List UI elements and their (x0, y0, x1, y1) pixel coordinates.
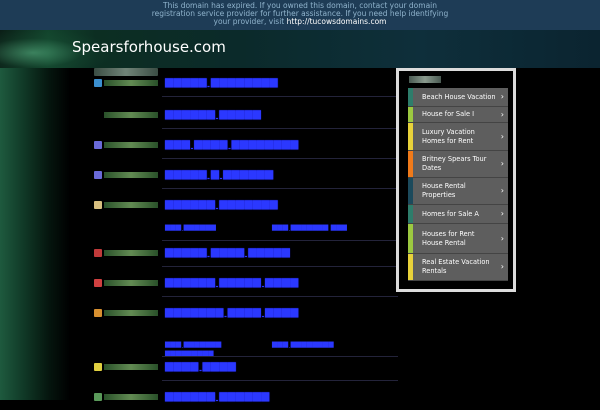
site-header: Spearsforhouse.com (0, 30, 600, 68)
listing-row[interactable]: ▆▆▆▆▆▆ ▆▆▆▆▆ ▆▆▆▆ (92, 276, 398, 296)
related-item[interactable]: Real Estate Vacation Rentals › (408, 254, 508, 281)
related-item[interactable]: Luxury Vacation Homes for Rent › (408, 123, 508, 151)
listing-link[interactable]: ▆▆▆▆▆▆▆ ▆▆▆▆ ▆▆▆▆ (165, 306, 299, 318)
related-item-colorbar (408, 178, 413, 204)
listing-row[interactable]: ▆▆▆ ▆▆▆▆ ▆▆▆▆▆▆▆▆ (92, 138, 398, 158)
related-list: Beach House Vacation › House for Sale I … (408, 88, 508, 281)
related-item[interactable]: House Rental Properties › (408, 178, 508, 205)
related-item-colorbar (408, 224, 413, 253)
related-item-label: Britney Spears Tour Dates (422, 155, 487, 172)
listing-row[interactable]: ▆▆▆▆▆▆ ▆▆▆▆▆▆▆ (92, 198, 398, 218)
listing-thumbnail (104, 310, 158, 316)
listing-divider (162, 96, 398, 97)
chevron-right-icon: › (500, 186, 504, 195)
listing-favicon (94, 171, 102, 179)
listing-row[interactable]: ▆▆▆▆▆ ▆▆▆▆▆▆▆▆ (92, 76, 398, 96)
chevron-right-icon: › (500, 262, 504, 271)
listing-thumbnail (104, 250, 158, 256)
listing-divider (162, 158, 398, 159)
related-item-label: Homes for Sale A (422, 209, 479, 218)
listing-link[interactable]: ▆▆▆▆▆ ▆▆▆▆▆▆▆▆ (165, 76, 278, 88)
listing-favicon (94, 111, 102, 119)
listing-link[interactable]: ▆▆▆▆▆▆ ▆▆▆▆▆▆▆ (165, 198, 278, 210)
related-header (409, 76, 441, 83)
related-item-colorbar (408, 151, 413, 177)
listing-favicon (94, 249, 102, 257)
listing-link[interactable]: ▆▆▆▆▆▆ ▆▆▆▆▆ (165, 108, 261, 120)
site-title: Spearsforhouse.com (72, 38, 226, 56)
listing-thumbnail (104, 142, 158, 148)
related-item-colorbar (408, 88, 413, 106)
listing-favicon (94, 279, 102, 287)
listing-thumbnail (104, 80, 158, 86)
related-item-label: Luxury Vacation Homes for Rent (422, 127, 475, 145)
listing-favicon (94, 141, 102, 149)
chevron-right-icon: › (500, 131, 504, 141)
listing-row[interactable]: ▆▆▆▆▆▆▆ ▆▆▆▆ ▆▆▆▆ (92, 306, 398, 326)
listing-divider (162, 240, 398, 241)
related-item-label: House for Sale I (422, 110, 475, 118)
listing-divider (162, 266, 398, 267)
related-searches-panel: Beach House Vacation › House for Sale I … (396, 68, 516, 292)
related-item[interactable]: House for Sale I › (408, 107, 508, 123)
listing-sublink[interactable]: ▆▆▆ ▆▆▆▆▆▆▆ ▆▆▆ (272, 223, 347, 231)
chevron-right-icon: › (500, 92, 504, 101)
sponsored-listings: ▆▆▆▆▆ ▆▆▆▆▆▆▆▆ ▆▆▆▆▆▆ ▆▆▆▆▆ ▆▆▆ ▆▆▆▆ ▆▆▆… (92, 68, 398, 402)
listing-thumbnail (104, 112, 158, 118)
listing-favicon (94, 201, 102, 209)
listing-divider (162, 296, 398, 297)
chevron-right-icon: › (500, 109, 504, 119)
listing-divider (162, 128, 398, 129)
related-item[interactable]: Houses for Rent House Rental › (408, 224, 508, 254)
listing-row[interactable]: ▆▆▆▆▆▆ ▆▆▆▆▆▆ (92, 390, 398, 410)
listing-thumbnail (104, 202, 158, 208)
listing-divider (162, 188, 398, 189)
tucows-link[interactable]: http://tucowsdomains.com (287, 17, 387, 26)
listing-sublink[interactable]: ▆▆▆ ▆▆▆▆▆▆ (165, 223, 216, 231)
listing-link[interactable]: ▆▆▆ ▆▆▆▆ ▆▆▆▆▆▆▆▆ (165, 138, 299, 150)
listing-divider (162, 356, 398, 357)
listing-thumbnail (104, 394, 158, 400)
listing-row[interactable]: ▆▆▆▆▆ ▆ ▆▆▆▆▆▆ (92, 168, 398, 188)
related-item-colorbar (408, 123, 413, 150)
listing-link[interactable]: ▆▆▆▆▆ ▆ ▆▆▆▆▆▆ (165, 168, 273, 180)
left-decoration (0, 68, 70, 400)
listing-sublink[interactable]: ▆▆▆ ▆▆▆▆▆▆▆▆ (272, 340, 334, 348)
listing-link[interactable]: ▆▆▆▆▆▆ ▆▆▆▆▆ ▆▆▆▆ (165, 276, 299, 288)
related-item-label: House Rental Properties (422, 182, 466, 199)
listing-link[interactable]: ▆▆▆▆ ▆▆▆▆ (165, 360, 236, 372)
listing-thumbnail (104, 280, 158, 286)
related-item[interactable]: Britney Spears Tour Dates › (408, 151, 508, 178)
related-item-label: Houses for Rent House Rental (422, 229, 475, 247)
listing-divider (162, 380, 398, 381)
listing-row[interactable]: ▆▆▆▆ ▆▆▆▆ (92, 360, 398, 380)
chevron-right-icon: › (500, 159, 504, 168)
related-item-label: Real Estate Vacation Rentals (422, 258, 490, 275)
listings-header (94, 68, 158, 76)
listing-thumbnail (104, 172, 158, 178)
listing-favicon (94, 309, 102, 317)
listing-link[interactable]: ▆▆▆▆▆▆ ▆▆▆▆▆▆ (165, 390, 269, 402)
listing-link[interactable]: ▆▆▆▆▆ ▆▆▆▆ ▆▆▆▆▆ (165, 246, 290, 258)
related-item-colorbar (408, 107, 413, 122)
related-item-label: Beach House Vacation (422, 92, 496, 101)
listing-favicon (94, 363, 102, 371)
listing-thumbnail (104, 364, 158, 370)
chevron-right-icon: › (500, 233, 504, 243)
related-item-colorbar (408, 205, 413, 223)
listing-row[interactable]: ▆▆▆▆▆▆ ▆▆▆▆▆ (92, 108, 398, 128)
domain-expired-banner: This domain has expired. If you owned th… (0, 0, 600, 30)
chevron-right-icon: › (500, 209, 504, 218)
listing-favicon (94, 79, 102, 87)
listing-sublink[interactable]: ▆▆▆ ▆▆▆▆▆▆▆ (165, 340, 221, 348)
related-item-colorbar (408, 254, 413, 280)
related-item[interactable]: Homes for Sale A › (408, 205, 508, 224)
listing-row[interactable]: ▆▆▆▆▆ ▆▆▆▆ ▆▆▆▆▆ (92, 246, 398, 266)
related-item[interactable]: Beach House Vacation › (408, 88, 508, 107)
